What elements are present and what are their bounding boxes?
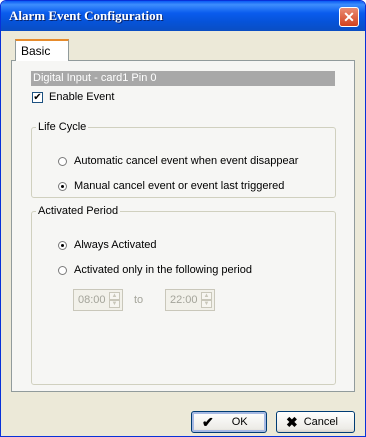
spin-down-icon[interactable]: ▼: [109, 300, 120, 308]
checkbox-checked-icon: ✔: [32, 91, 43, 103]
spin-down-icon[interactable]: ▼: [201, 300, 212, 308]
title-bar[interactable]: Alarm Event Configuration ✕: [1, 1, 365, 31]
radio-unchecked-icon: [58, 265, 67, 275]
ok-button[interactable]: ✔ OK: [191, 411, 267, 433]
spin-up-icon[interactable]: ▲: [201, 292, 212, 300]
radio-checked-icon: [58, 181, 67, 191]
cross-icon: ✖: [286, 413, 298, 430]
radio-automatic-cancel-label: Automatic cancel event when event disapp…: [74, 155, 299, 167]
activated-period-legend: Activated Period: [38, 205, 119, 217]
check-icon: ✔: [202, 413, 214, 430]
radio-automatic-cancel[interactable]: Automatic cancel event when event disapp…: [58, 155, 298, 167]
window-title: Alarm Event Configuration: [9, 8, 163, 23]
start-time-value: 08:00: [78, 294, 106, 306]
enable-event-label: Enable Event: [49, 91, 115, 103]
radio-always-activated-label: Always Activated: [74, 239, 157, 251]
spinner-arrows: ▲ ▼: [109, 292, 120, 308]
tab-panel-basic: Digital Input - card1 Pin 0 ✔ Enable Eve…: [11, 60, 355, 392]
cancel-button-label: Cancel: [303, 416, 338, 428]
start-time-spinner[interactable]: 08:00 ▲ ▼: [73, 289, 123, 311]
radio-always-activated[interactable]: Always Activated: [58, 239, 157, 251]
spin-up-icon[interactable]: ▲: [109, 292, 120, 300]
radio-manual-cancel-label: Manual cancel event or event last trigge…: [74, 180, 285, 192]
activated-period-group: Activated Period Always Activated Activa…: [31, 205, 336, 385]
life-cycle-legend: Life Cycle: [38, 121, 87, 133]
radio-activated-period-label: Activated only in the following period: [74, 264, 252, 276]
radio-manual-cancel[interactable]: Manual cancel event or event last trigge…: [58, 180, 284, 192]
dialog-window: Alarm Event Configuration ✕ Basic Digita…: [0, 0, 366, 437]
radio-checked-icon: [58, 240, 67, 250]
end-time-spinner[interactable]: 22:00 ▲ ▼: [165, 289, 215, 311]
tab-basic[interactable]: Basic: [15, 39, 69, 61]
enable-event-checkbox[interactable]: ✔ Enable Event: [32, 91, 114, 103]
end-time-value: 22:00: [170, 294, 198, 306]
close-button[interactable]: ✕: [339, 7, 359, 27]
radio-unchecked-icon: [58, 156, 67, 166]
to-label: to: [134, 294, 144, 306]
ok-button-label: OK: [231, 416, 248, 428]
spinner-arrows: ▲ ▼: [201, 292, 212, 308]
cancel-button[interactable]: ✖ Cancel: [276, 411, 355, 433]
life-cycle-group: Life Cycle Automatic cancel event when e…: [31, 121, 336, 198]
radio-activated-period[interactable]: Activated only in the following period: [58, 264, 252, 276]
input-source-header: Digital Input - card1 Pin 0: [31, 71, 335, 86]
close-icon: ✕: [343, 9, 355, 25]
